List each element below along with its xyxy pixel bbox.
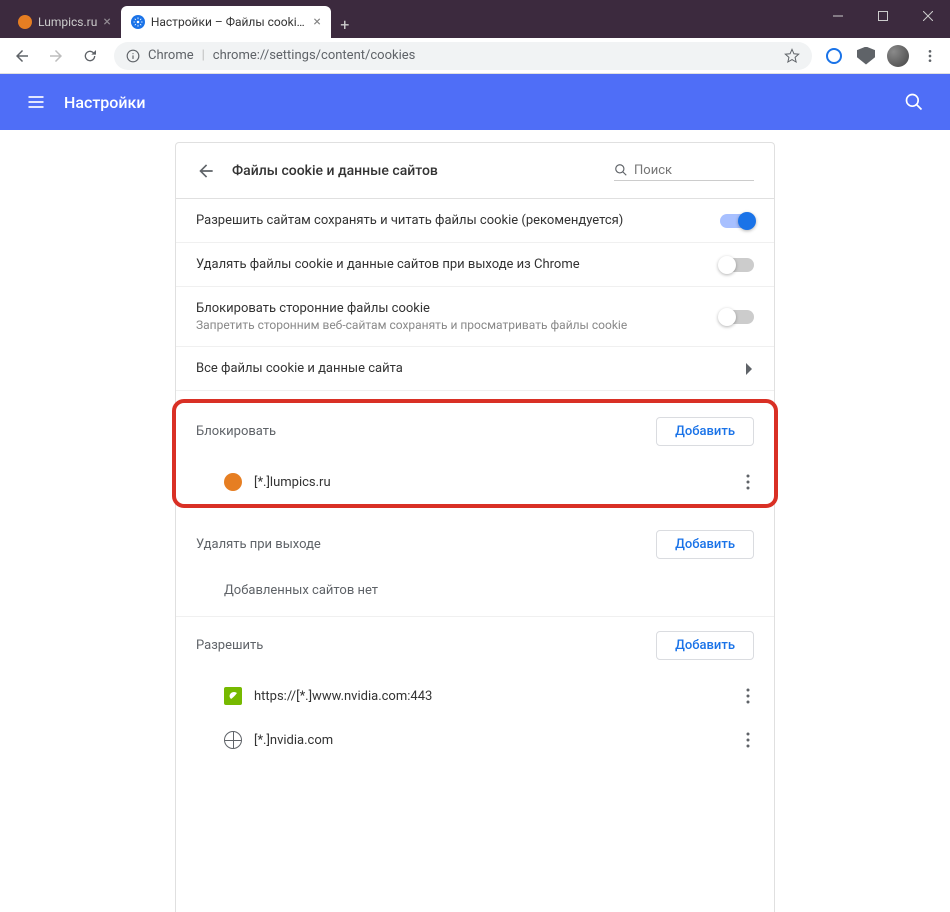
block-section-highlight: Блокировать Добавить [*.]lumpics.ru (172, 399, 778, 508)
allow-site-row: https://[*.]www.nvidia.com:443 (176, 674, 774, 718)
search-field[interactable] (614, 161, 754, 181)
chevron-right-icon (746, 363, 754, 375)
tab-favicon (131, 15, 145, 29)
more-icon[interactable] (742, 728, 754, 752)
toggle-block-thirdparty[interactable] (720, 310, 754, 324)
chrome-info-icon (126, 49, 140, 63)
clear-on-exit-section: Удалять при выходе Добавить Добавленных … (176, 516, 774, 617)
forward-button[interactable] (40, 40, 72, 72)
add-clear-button[interactable]: Добавить (656, 530, 754, 559)
omnibox-origin: Chrome (148, 48, 194, 63)
close-icon[interactable]: × (313, 14, 320, 30)
toggle-clear-on-exit[interactable] (720, 258, 754, 272)
clear-section-title: Удалять при выходе (196, 537, 656, 552)
block-section-header: Блокировать Добавить (176, 403, 774, 460)
setting-block-thirdparty: Блокировать сторонние файлы cookie Запре… (176, 287, 774, 347)
search-icon (614, 163, 628, 177)
new-tab-button[interactable]: + (331, 10, 359, 38)
site-url: [*.]nvidia.com (254, 733, 730, 748)
globe-icon (224, 731, 242, 749)
close-window-button[interactable] (905, 0, 950, 32)
content-area: Файлы cookie и данные сайтов Разрешить с… (0, 130, 950, 912)
settings-card: Файлы cookie и данные сайтов Разрешить с… (175, 142, 775, 912)
minimize-button[interactable] (815, 0, 860, 32)
site-url: [*.]lumpics.ru (254, 475, 730, 490)
tab-lumpics[interactable]: Lumpics.ru × (8, 6, 121, 38)
star-icon[interactable] (784, 48, 800, 64)
nvidia-icon (224, 687, 242, 705)
extension-globe-icon[interactable] (820, 42, 848, 70)
site-url: https://[*.]www.nvidia.com:443 (254, 689, 730, 704)
tab-title: Lumpics.ru (38, 15, 97, 29)
block-section-title: Блокировать (196, 424, 656, 439)
omnibox-url: chrome://settings/content/cookies (213, 48, 416, 63)
allow-section-title: Разрешить (196, 638, 656, 653)
setting-allow-cookies: Разрешить сайтам сохранять и читать файл… (176, 199, 774, 243)
menu-icon[interactable] (916, 42, 944, 70)
window-controls (815, 0, 950, 38)
tab-favicon (18, 15, 32, 29)
back-arrow-icon[interactable] (196, 161, 216, 181)
window-titlebar: Lumpics.ru × Настройки – Файлы cookie и … (0, 0, 950, 38)
site-favicon (224, 473, 242, 491)
extension-shield-icon[interactable] (852, 42, 880, 70)
add-allow-button[interactable]: Добавить (656, 631, 754, 660)
back-button[interactable] (6, 40, 38, 72)
search-input[interactable] (634, 163, 754, 178)
page-title: Файлы cookie и данные сайтов (232, 163, 598, 179)
address-bar: Chrome | chrome://settings/content/cooki… (0, 38, 950, 74)
omnibox[interactable]: Chrome | chrome://settings/content/cooki… (114, 42, 812, 70)
tab-strip: Lumpics.ru × Настройки – Файлы cookie и … (0, 0, 815, 38)
settings-header: Настройки (0, 74, 950, 130)
tab-title: Настройки – Файлы cookie и да (151, 15, 308, 29)
tab-settings[interactable]: Настройки – Файлы cookie и да × (121, 6, 331, 38)
setting-clear-on-exit: Удалять файлы cookie и данные сайтов при… (176, 243, 774, 287)
close-icon[interactable]: × (103, 14, 110, 30)
card-header: Файлы cookie и данные сайтов (176, 143, 774, 199)
add-block-button[interactable]: Добавить (656, 417, 754, 446)
more-icon[interactable] (742, 470, 754, 494)
maximize-button[interactable] (860, 0, 905, 32)
reload-button[interactable] (74, 40, 106, 72)
allow-site-row: [*.]nvidia.com (176, 718, 774, 762)
settings-header-title: Настройки (64, 93, 894, 112)
search-icon[interactable] (894, 82, 934, 122)
toggle-allow-cookies[interactable] (720, 214, 754, 228)
block-site-row: [*.]lumpics.ru (176, 460, 774, 504)
profile-avatar[interactable] (884, 42, 912, 70)
clear-empty-text: Добавленных сайтов нет (176, 573, 774, 616)
more-icon[interactable] (742, 684, 754, 708)
all-cookies-link[interactable]: Все файлы cookie и данные сайта (176, 347, 774, 391)
allow-section: Разрешить Добавить https://[*.]www.nvidi… (176, 617, 774, 762)
hamburger-menu-icon[interactable] (16, 82, 56, 122)
